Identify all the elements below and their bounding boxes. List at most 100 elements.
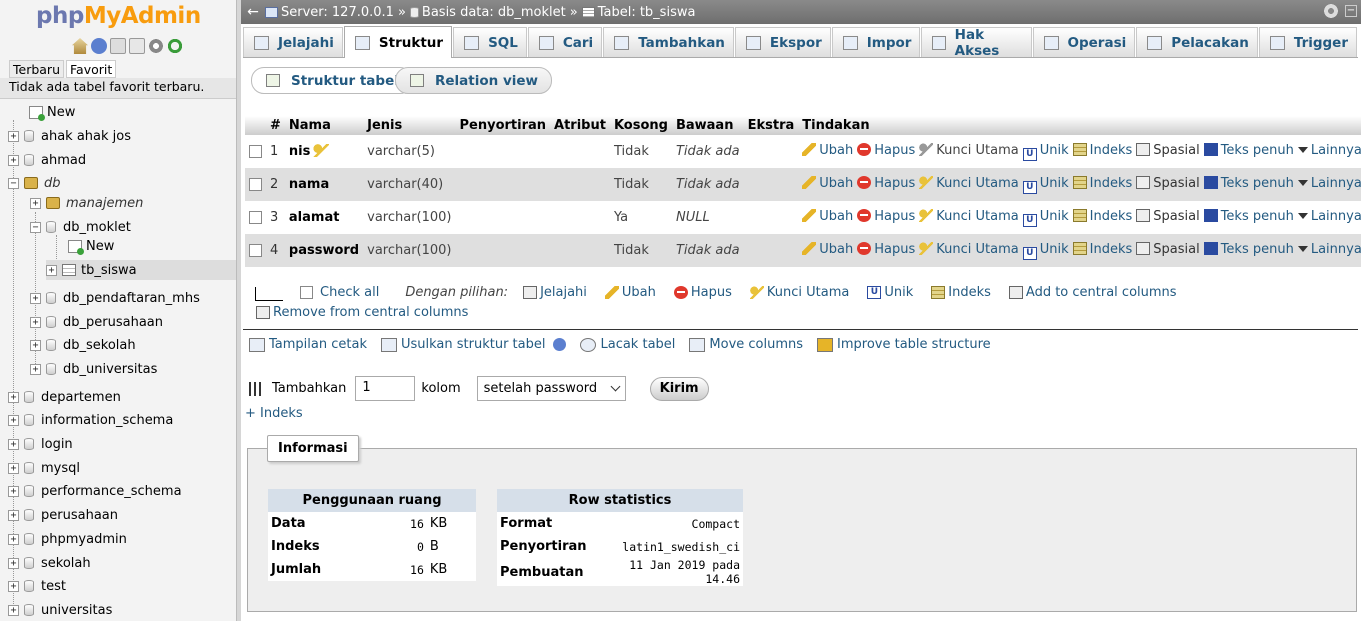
column-position-select[interactable]: setelah password: [476, 376, 626, 401]
expand-icon[interactable]: +: [30, 197, 41, 209]
subtab-table-structure[interactable]: Struktur tabel: [251, 67, 413, 94]
spatial-button[interactable]: Spasial: [1136, 142, 1200, 158]
tree-db-item[interactable]: + login: [8, 434, 73, 454]
header-name[interactable]: Nama: [284, 116, 364, 135]
home-icon[interactable]: [72, 38, 88, 54]
tab-sql[interactable]: SQL: [453, 27, 527, 57]
more-dropdown[interactable]: Lainnya: [1297, 209, 1361, 224]
expand-icon[interactable]: +: [8, 580, 19, 592]
header-number[interactable]: #: [266, 116, 285, 135]
tree-db-subgroup[interactable]: + manajemen: [30, 193, 143, 213]
propose-structure-link[interactable]: Usulkan struktur tabel: [380, 337, 567, 352]
tab-search[interactable]: Cari: [527, 27, 603, 57]
index-button[interactable]: Indeks: [1072, 142, 1132, 158]
tab-favorite[interactable]: Favorit: [66, 60, 117, 78]
expand-icon[interactable]: +: [30, 339, 41, 351]
back-arrow-icon[interactable]: ←: [241, 4, 265, 20]
print-view-link[interactable]: Tampilan cetak: [249, 337, 367, 352]
help-icon[interactable]: [553, 338, 567, 351]
spatial-button[interactable]: Spasial: [1136, 241, 1200, 257]
tree-db-item[interactable]: + db_pendaftaran_mhs: [30, 288, 200, 308]
tab-structure[interactable]: Struktur: [343, 26, 453, 58]
tree-db-item[interactable]: + db_perusahaan: [30, 312, 163, 332]
submit-button[interactable]: Kirim: [649, 376, 709, 401]
index-button[interactable]: Indeks: [1072, 241, 1132, 257]
expand-icon[interactable]: +: [46, 264, 57, 276]
more-dropdown[interactable]: Lainnya: [1297, 176, 1361, 191]
tree-new-table[interactable]: New: [68, 236, 114, 256]
drop-button[interactable]: Hapus: [857, 175, 915, 191]
bulk-browse-button[interactable]: Jelajahi: [523, 285, 587, 300]
track-table-link[interactable]: Lacak tabel: [580, 337, 675, 352]
fulltext-button[interactable]: Teks penuh: [1203, 142, 1294, 158]
expand-icon[interactable]: +: [8, 533, 19, 545]
tree-db-item[interactable]: + mysql: [8, 458, 80, 478]
table-row[interactable]: 4 password varchar(100) Tidak Tidak ada Ubah H…: [245, 234, 1361, 267]
unique-button[interactable]: U Unik: [1022, 143, 1069, 161]
primary-key-button[interactable]: Kunci Utama: [919, 208, 1019, 224]
move-columns-link[interactable]: Move columns: [689, 337, 803, 352]
expand-icon[interactable]: +: [8, 509, 19, 521]
tree-db-item[interactable]: + information_schema: [8, 410, 173, 430]
tree-db-item[interactable]: + ahmad: [8, 150, 86, 170]
change-button[interactable]: Ubah: [802, 208, 853, 224]
header-type[interactable]: Jenis: [363, 116, 456, 135]
index-button[interactable]: Indeks: [1072, 208, 1132, 224]
row-checkbox[interactable]: [249, 211, 262, 224]
index-button[interactable]: Indeks: [1072, 175, 1132, 191]
expand-icon[interactable]: +: [8, 414, 19, 426]
expand-icon[interactable]: +: [30, 363, 41, 375]
expand-icon[interactable]: +: [8, 604, 19, 616]
expand-icon[interactable]: +: [30, 292, 41, 304]
change-button[interactable]: Ubah: [802, 241, 853, 257]
bulk-primary-button[interactable]: Kunci Utama: [749, 285, 849, 300]
tree-db-item[interactable]: + perusahaan: [8, 505, 118, 525]
header-collation[interactable]: Penyortiran: [455, 116, 551, 135]
breadcrumb-table[interactable]: Tabel: tb_siswa: [581, 5, 695, 20]
fulltext-button[interactable]: Teks penuh: [1203, 175, 1294, 191]
fulltext-button[interactable]: Teks penuh: [1203, 241, 1294, 257]
bulk-drop-button[interactable]: Hapus: [673, 285, 732, 300]
tree-db-item[interactable]: + universitas: [8, 600, 112, 620]
breadcrumb-database[interactable]: Basis data: db_moklet: [409, 5, 566, 20]
subtab-relation-view[interactable]: Relation view: [395, 67, 553, 94]
tab-recent[interactable]: Terbaru: [9, 60, 64, 78]
breadcrumb-server[interactable]: Server: 127.0.0.1: [265, 5, 394, 20]
check-all-label[interactable]: Check all: [320, 285, 379, 300]
drop-button[interactable]: Hapus: [857, 241, 915, 257]
more-dropdown[interactable]: Lainnya: [1297, 143, 1361, 158]
expand-icon[interactable]: +: [8, 485, 19, 497]
tab-export[interactable]: Ekspor: [734, 27, 831, 57]
collapse-icon[interactable]: −: [30, 221, 41, 233]
documentation-icon[interactable]: [110, 38, 126, 54]
expand-icon[interactable]: +: [8, 438, 19, 450]
info-icon[interactable]: [91, 38, 107, 54]
unique-button[interactable]: U Unik: [1022, 209, 1069, 227]
primary-key-button[interactable]: Kunci Utama: [919, 175, 1019, 191]
expand-icon[interactable]: +: [8, 462, 19, 474]
expand-icon[interactable]: +: [8, 130, 19, 142]
tree-db-group[interactable]: − db: [8, 173, 61, 193]
change-button[interactable]: Ubah: [802, 175, 853, 191]
expand-icon[interactable]: +: [30, 316, 41, 328]
tree-db-item[interactable]: + performance_schema: [8, 481, 182, 501]
header-extra[interactable]: Ekstra: [743, 116, 799, 135]
bulk-remove-central-button[interactable]: Remove from central columns: [256, 305, 468, 320]
unique-button[interactable]: U Unik: [1022, 176, 1069, 194]
tab-import[interactable]: Impor: [831, 27, 921, 57]
spatial-button[interactable]: Spasial: [1136, 175, 1200, 191]
drop-button[interactable]: Hapus: [857, 142, 915, 158]
phpmyadmin-logo[interactable]: phpMyAdmin: [36, 3, 201, 29]
table-row[interactable]: 3 alamat varchar(100) Ya NULL Ubah Hapus Kunci …: [245, 201, 1361, 234]
tree-db-item[interactable]: + db_sekolah: [30, 335, 136, 355]
reload-icon[interactable]: [167, 38, 183, 54]
page-settings-gear-icon[interactable]: [1323, 3, 1339, 19]
more-dropdown[interactable]: Lainnya: [1297, 242, 1361, 257]
add-index-link[interactable]: + Indeks: [245, 406, 303, 421]
settings-gear-icon[interactable]: [148, 38, 164, 54]
bulk-add-central-button[interactable]: Add to central columns: [1008, 285, 1177, 300]
expand-icon[interactable]: +: [8, 557, 19, 569]
tree-db-item[interactable]: + sekolah: [8, 553, 91, 573]
change-button[interactable]: Ubah: [802, 142, 853, 158]
tree-db-item[interactable]: + ahak ahak jos: [8, 126, 131, 146]
